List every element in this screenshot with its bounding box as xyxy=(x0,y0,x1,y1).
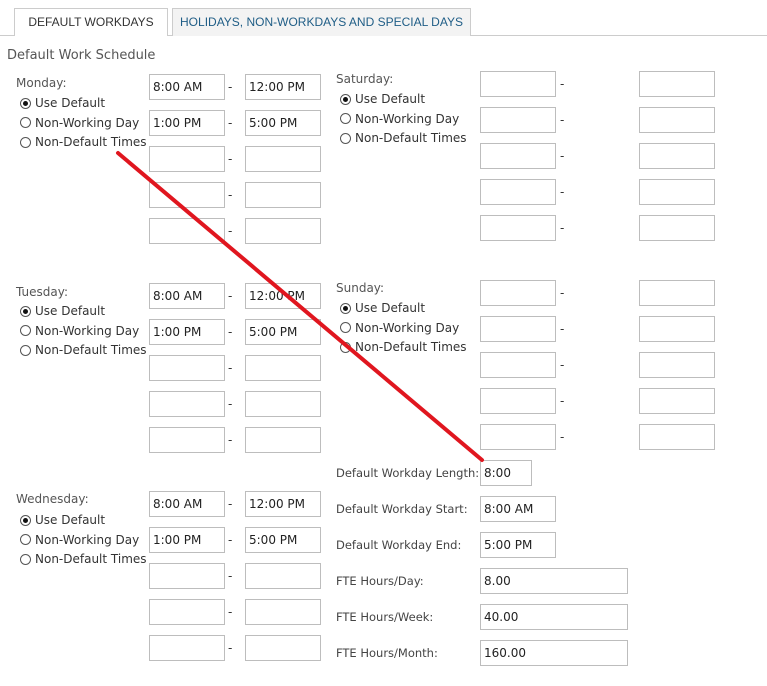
annotation-arrow-line xyxy=(116,151,484,462)
tab-default-workdays[interactable]: DEFAULT WORKDAYS xyxy=(14,8,168,36)
annotation-overlay xyxy=(116,151,484,462)
